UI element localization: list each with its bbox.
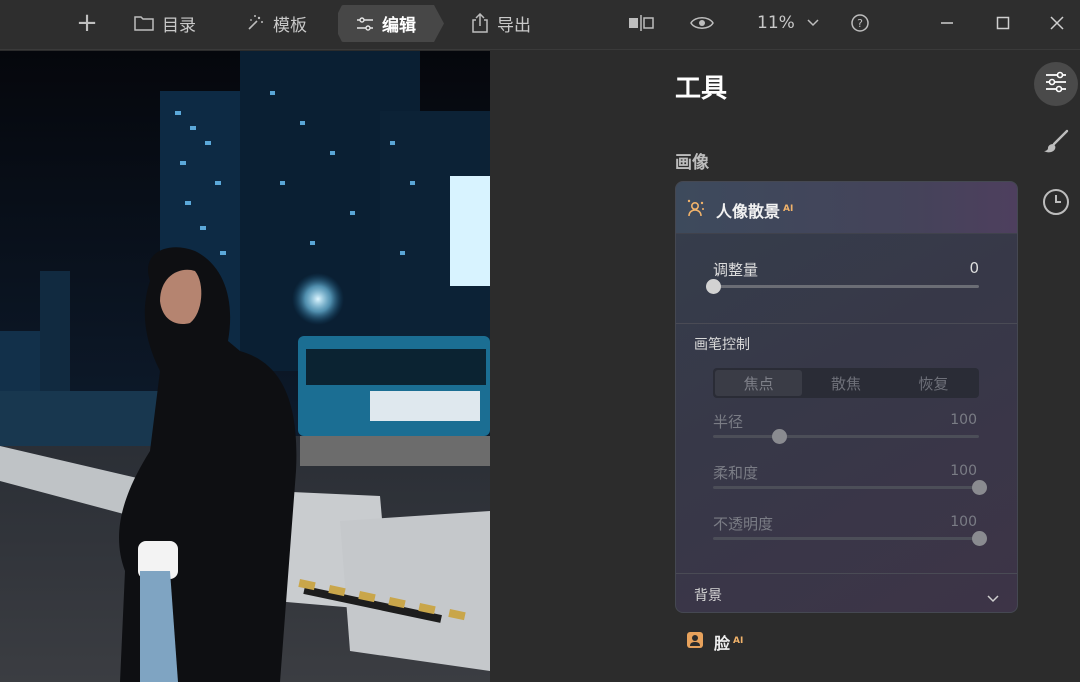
divider — [676, 323, 1017, 324]
amount-slider[interactable] — [705, 279, 979, 294]
brush-mode-restore[interactable]: 恢复 — [890, 370, 977, 396]
tab-export-label: 导出 — [497, 15, 531, 36]
share-export-icon — [471, 13, 489, 33]
tab-edit-label: 编辑 — [382, 16, 416, 36]
chevron-down-icon — [807, 19, 819, 27]
radius-value: 100 — [950, 412, 977, 428]
divider — [676, 573, 1017, 574]
svg-text:?: ? — [857, 17, 863, 30]
brush-mode-selector: 焦点 散焦 恢复 — [713, 368, 979, 398]
softness-slider-handle[interactable] — [971, 480, 987, 495]
compare-icon — [628, 15, 654, 31]
night-portrait-image — [0, 51, 490, 682]
photo-canvas[interactable] — [0, 51, 490, 682]
close-icon — [1050, 16, 1064, 30]
face-tool-label: 脸 AI — [714, 630, 743, 654]
face-tool-label-text: 脸 — [714, 634, 731, 653]
zoom-dropdown[interactable]: 11% — [757, 0, 819, 46]
background-section-label[interactable]: 背景 — [694, 585, 722, 605]
plus-icon: + — [76, 8, 98, 38]
softness-label: 柔和度 — [713, 464, 759, 482]
zoom-value: 11% — [757, 13, 795, 33]
tab-template[interactable]: 模板 — [245, 0, 307, 46]
face-portrait-icon — [686, 631, 704, 653]
tools-title: 工具 — [675, 74, 728, 104]
side-brush-button[interactable] — [1034, 122, 1078, 166]
ai-badge: AI — [733, 635, 744, 646]
side-history-button[interactable] — [1034, 182, 1078, 226]
tab-catalog[interactable]: 目录 — [134, 0, 196, 46]
radius-label: 半径 — [713, 413, 744, 431]
top-toolbar: + 目录 模板 编辑 导出 11% ? — [0, 0, 1080, 50]
opacity-value: 100 — [950, 514, 977, 530]
sliders-icon — [1044, 71, 1068, 97]
radius-slider[interactable] — [713, 429, 979, 444]
sparkle-wand-icon — [245, 13, 265, 33]
portrait-bokeh-title-text: 人像散景 — [716, 202, 781, 221]
help-button[interactable]: ? — [850, 0, 870, 46]
add-button[interactable]: + — [74, 0, 100, 46]
portrait-bokeh-title: 人像散景 AI — [716, 198, 793, 222]
portrait-bokeh-header[interactable]: 人像散景 AI — [676, 182, 1017, 234]
softness-slider[interactable] — [713, 480, 987, 495]
help-circle-icon: ? — [850, 13, 870, 33]
softness-value: 100 — [950, 463, 977, 479]
portrait-bokeh-panel: 人像散景 AI 调整量 0 画笔控制 焦点 散焦 恢复 半径 100 柔和度 10… — [675, 181, 1018, 613]
brush-control-label: 画笔控制 — [694, 337, 750, 353]
clock-icon — [1042, 188, 1070, 220]
tab-edit[interactable]: 编辑 — [338, 5, 444, 42]
chevron-down-icon[interactable] — [987, 588, 999, 607]
minimize-icon — [940, 16, 954, 30]
eye-icon — [690, 15, 714, 31]
radius-slider-handle[interactable] — [772, 429, 787, 444]
close-button[interactable] — [1050, 0, 1064, 46]
opacity-label: 不透明度 — [713, 515, 774, 533]
amount-value: 0 — [969, 259, 979, 277]
side-tools-button[interactable] — [1034, 62, 1078, 106]
sliders-icon — [356, 16, 374, 32]
folder-icon — [134, 14, 154, 32]
brush-icon — [1042, 128, 1070, 160]
portrait-bokeh-icon — [686, 198, 706, 222]
compare-button[interactable] — [628, 0, 654, 46]
maximize-button[interactable] — [996, 0, 1010, 46]
brush-mode-focus[interactable]: 焦点 — [715, 370, 803, 396]
minimize-button[interactable] — [940, 0, 954, 46]
maximize-icon — [996, 16, 1010, 30]
tab-template-label: 模板 — [273, 15, 307, 36]
brush-mode-defocus[interactable]: 散焦 — [802, 370, 889, 396]
amount-label: 调整量 — [713, 261, 759, 279]
opacity-slider[interactable] — [713, 531, 987, 546]
preview-button[interactable] — [690, 0, 714, 46]
tab-catalog-label: 目录 — [162, 15, 196, 36]
face-tool-item[interactable]: 脸 AI — [686, 630, 743, 654]
amount-slider-handle[interactable] — [705, 279, 721, 294]
opacity-slider-handle[interactable] — [971, 531, 987, 546]
section-image-label: 画像 — [675, 153, 709, 173]
tab-export[interactable]: 导出 — [471, 0, 531, 46]
ai-badge: AI — [783, 203, 794, 214]
